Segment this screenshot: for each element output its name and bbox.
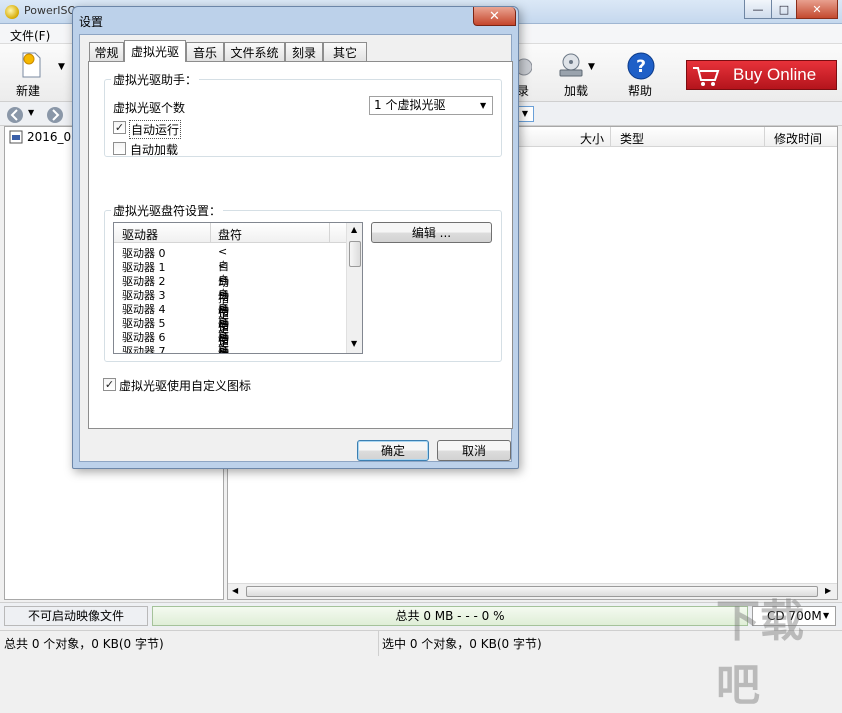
drive-letter: <自动指定> [218, 343, 228, 354]
custom-icon-label: 虚拟光驱使用自定义图标 [119, 379, 252, 393]
help-label: 帮助 [628, 84, 653, 98]
col-size[interactable]: 大小 [580, 130, 604, 147]
drive-letter-list[interactable]: 驱动器 盘符 驱动器 0 <自动指定> 驱动器 1 <自动指定> 驱动器 2 <自动指… [113, 222, 363, 354]
help-icon: ? [627, 52, 655, 80]
list-item[interactable]: 驱动器 6<自动指定> [122, 329, 229, 353]
scroll-thumb[interactable] [349, 241, 361, 267]
helper-group-title: 虚拟光驱助手： [111, 71, 200, 88]
new-file-icon [22, 52, 41, 78]
col-separator[interactable] [610, 127, 611, 147]
watermark: 下载吧 [716, 596, 804, 711]
list-item[interactable]: 驱动器 0 <自动指定> [122, 245, 229, 335]
settings-dialog: 设置 ✕ 常规 虚拟光驱 音乐 文件系统 刻录 其它 虚拟光驱助手： 虚拟光驱个… [72, 6, 519, 469]
list-item[interactable]: 驱动器 3<自动指定> [122, 287, 229, 353]
vertical-scrollbar[interactable]: ▲ ▼ [346, 223, 362, 353]
selected-objects: 选中 0 个对象，0 KB(0 字节) [382, 637, 542, 651]
buy-online-button[interactable]: Buy Online [686, 60, 837, 90]
scroll-down-icon[interactable]: ▼ [351, 339, 357, 348]
drive-letter-group-title: 虚拟光驱盘符设置： [111, 202, 224, 219]
auto-mount-label: 自动加载 [130, 143, 179, 157]
menu-file[interactable]: 文件(F) [10, 27, 50, 44]
mount-dropdown-icon[interactable]: ▼ [588, 62, 595, 72]
new-label: 新建 [15, 84, 40, 98]
col-type[interactable]: 类型 [620, 130, 644, 147]
col-modified[interactable]: 修改时间 [774, 130, 822, 147]
new-dropdown-icon[interactable]: ▼ [58, 62, 65, 72]
app-logo-icon [5, 5, 19, 19]
buy-online-label: Buy Online [733, 65, 817, 84]
mount-label: 加载 [564, 84, 589, 98]
shopping-cart-icon [693, 67, 720, 86]
drive-count-select[interactable]: 1 个虚拟光驱 ▼ [369, 96, 493, 115]
list-item[interactable]: 驱动器 1 <自动指定> [122, 259, 229, 349]
col-separator[interactable] [329, 223, 330, 243]
total-objects: 总共 0 个对象，0 KB(0 字节) [4, 637, 164, 651]
edit-button[interactable]: 编辑 ... [371, 222, 492, 243]
mount-drive-icon [559, 53, 583, 77]
svg-text:?: ? [636, 57, 646, 77]
boot-status: 不可启动映像文件 [4, 606, 148, 626]
dialog-close-button[interactable]: ✕ [473, 7, 516, 26]
scroll-up-icon[interactable]: ▲ [351, 225, 357, 234]
back-dropdown-icon[interactable]: ▼ [28, 108, 34, 117]
tab-general[interactable]: 常规 [89, 42, 124, 61]
status-divider [378, 631, 379, 656]
mount-button[interactable]: 加载 [552, 48, 612, 98]
dialog-title: 设置 [79, 15, 104, 29]
maximize-button[interactable]: □ [771, 0, 797, 19]
close-button[interactable]: ✕ [796, 0, 838, 19]
iso-file-icon [9, 130, 23, 144]
drive-count-label: 虚拟光驱个数 [113, 101, 186, 115]
back-icon[interactable] [6, 106, 24, 124]
list-item[interactable]: 驱动器 7 <自动指定> [122, 343, 227, 354]
drive-name: 驱动器 7 [122, 345, 166, 354]
ok-button[interactable]: 确定 [357, 440, 429, 461]
tab-music[interactable]: 音乐 [186, 42, 224, 61]
drive-list-header: 驱动器 盘符 [114, 223, 346, 243]
new-button[interactable]: 新建 [6, 48, 62, 98]
scroll-left-icon[interactable]: ◀ [232, 586, 238, 595]
dialog-body: 常规 虚拟光驱 音乐 文件系统 刻录 其它 虚拟光驱助手： 虚拟光驱个数 1 个… [79, 34, 513, 462]
col-letter[interactable]: 盘符 [218, 226, 242, 243]
list-item[interactable]: 驱动器 5<自动指定> [122, 315, 229, 353]
minimize-button[interactable]: — [744, 0, 772, 19]
drive-count-value: 1 个虚拟光驱 [374, 98, 446, 112]
capacity-bar: 总共 0 MB - - - 0 % [152, 606, 748, 626]
tab-other[interactable]: 其它 [323, 42, 367, 61]
custom-icon-checkbox[interactable]: ✓ [103, 378, 116, 391]
app-title: PowerISO [24, 4, 77, 17]
chevron-down-icon: ▼ [480, 101, 487, 110]
auto-mount-checkbox[interactable] [113, 142, 126, 155]
list-item[interactable]: 驱动器 2<自动指定> [122, 273, 229, 353]
col-drive[interactable]: 驱动器 [122, 226, 158, 243]
list-item[interactable]: 驱动器 4<自动指定> [122, 301, 229, 353]
forward-icon[interactable] [46, 106, 64, 124]
tab-burn[interactable]: 刻录 [285, 42, 323, 61]
auto-run-checkbox[interactable]: ✓ [113, 121, 126, 134]
auto-run-label: 自动运行 [129, 120, 182, 139]
col-separator[interactable] [764, 127, 765, 147]
help-button[interactable]: ? 帮助 [624, 48, 660, 98]
cancel-button[interactable]: 取消 [437, 440, 511, 461]
tab-panel-virtual-drive: 虚拟光驱助手： 虚拟光驱个数 1 个虚拟光驱 ▼ ✓ 自动运行 自动加载 虚拟光… [88, 61, 513, 429]
tab-file-system[interactable]: 文件系统 [224, 42, 285, 61]
tab-virtual-drive[interactable]: 虚拟光驱 [124, 40, 186, 62]
col-separator[interactable] [210, 223, 211, 243]
